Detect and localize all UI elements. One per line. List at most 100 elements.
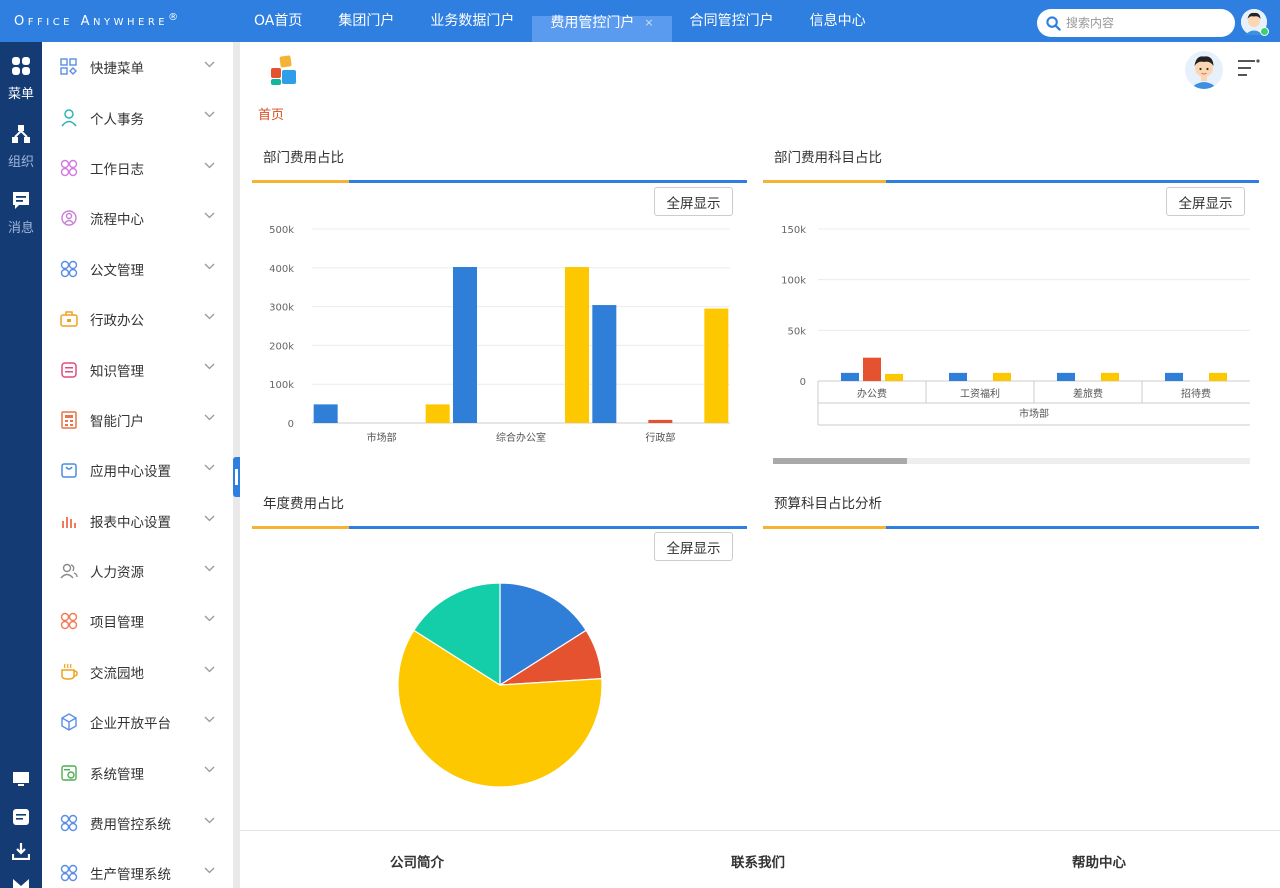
rail-item-org[interactable]: 组织 — [0, 124, 42, 170]
chevron-down-icon — [204, 615, 215, 622]
scrollbar-thumb[interactable] — [773, 458, 907, 464]
fullscreen-button[interactable]: 全屏显示 — [654, 187, 733, 216]
side-menu-item-label: 企业开放平台 — [90, 716, 171, 733]
side-menu-item[interactable]: 个人事务 — [42, 92, 233, 142]
person-icon — [60, 108, 78, 127]
nav-tab[interactable]: 集团门户 — [320, 0, 412, 42]
org-icon — [12, 125, 30, 143]
side-menu-item[interactable]: 报表中心设置 — [42, 496, 233, 546]
chevron-down-icon — [204, 515, 215, 521]
side-menu-item[interactable]: 智能门户 — [42, 395, 233, 445]
x-tick-label: 行政部 — [645, 431, 675, 444]
report-icon — [60, 512, 78, 530]
rail-item-mail[interactable] — [0, 876, 42, 888]
footer: 公司简介 联系我们 帮助中心 — [240, 830, 1280, 888]
side-menu-item[interactable]: 流程中心 — [42, 193, 233, 243]
log-icon — [60, 159, 78, 177]
rail-item-download[interactable] — [0, 842, 42, 864]
project-icon — [60, 612, 78, 630]
nav-tab-label: 费用管控门户 — [550, 15, 635, 31]
panel-budget-subject: 预算科目占比分析 — [763, 488, 1259, 529]
footer-link-about[interactable]: 公司简介 — [390, 851, 444, 871]
portal-icon — [60, 411, 78, 429]
briefcase-icon — [60, 310, 78, 328]
side-menu-item[interactable]: 项目管理 — [42, 596, 233, 646]
side-menu-item[interactable]: 费用管控系统 — [42, 798, 233, 848]
document-icon — [60, 260, 78, 278]
nav-tab[interactable]: 合同管控门户 — [672, 0, 792, 42]
side-menu-item[interactable]: 公文管理 — [42, 244, 233, 294]
bar — [453, 267, 477, 423]
side-menu-item[interactable]: 工作日志 — [42, 143, 233, 193]
x-tick-label: 招待费 — [1181, 387, 1211, 400]
side-menu-item[interactable]: 交流园地 — [42, 647, 233, 697]
side-menu-item[interactable]: 企业开放平台 — [42, 697, 233, 747]
people-icon — [60, 562, 78, 580]
y-tick-label: 0 — [800, 377, 806, 388]
bar — [1165, 372, 1183, 381]
rail-item-monitor[interactable] — [0, 770, 42, 792]
nav-tab[interactable]: 信息中心 — [792, 0, 884, 42]
panel-title: 部门费用科目占比 — [774, 150, 882, 166]
side-menu-item[interactable]: 人力资源 — [42, 546, 233, 596]
brand-logo-mark: ® — [168, 12, 179, 23]
rail-item-note[interactable] — [0, 808, 42, 830]
nav-tab[interactable]: OA首页 — [236, 0, 320, 42]
panel-annual-expense: 年度费用占比 — [252, 488, 747, 529]
mail-icon — [13, 879, 29, 888]
side-menu-item[interactable]: 快捷菜单 — [42, 42, 233, 92]
grid-icon — [12, 57, 30, 75]
note-icon — [13, 809, 29, 825]
panel-dept-expense: 部门费用占比 — [252, 142, 747, 183]
left-rail: 菜单 组织 消息 — [0, 42, 42, 888]
chevron-down-icon — [204, 111, 215, 118]
footer-link-help[interactable]: 帮助中心 — [1072, 851, 1126, 871]
y-tick-label: 150k — [781, 225, 806, 236]
chevron-down-icon — [204, 817, 215, 824]
rail-item-label: 消息 — [7, 221, 34, 236]
rail-item-menu[interactable]: 菜单 — [0, 56, 42, 102]
chevron-down-icon — [204, 464, 215, 471]
shortcut-icon — [60, 58, 78, 76]
nav-tab[interactable]: 费用管控门户 × — [532, 15, 672, 42]
user-avatar[interactable] — [1241, 9, 1269, 36]
y-tick-label: 400k — [269, 264, 294, 275]
app-logo-icon — [271, 55, 296, 85]
side-menu-item[interactable]: 应用中心设置 — [42, 445, 233, 495]
y-tick-label: 500k — [269, 225, 294, 236]
expense-icon — [60, 814, 78, 832]
bar — [885, 373, 903, 381]
side-menu-item-label: 人力资源 — [90, 565, 144, 582]
menu-lines-icon[interactable] — [1238, 58, 1260, 82]
search-input[interactable] — [1066, 16, 1216, 30]
top-nav-tabs: OA首页 集团门户 业务数据门户 费用管控门户 × 合同管控门户 信息中心 — [236, 0, 884, 42]
collapse-handle[interactable] — [233, 457, 240, 497]
main-user-avatar[interactable] — [1185, 51, 1223, 89]
main-content: 首页 部门费用占比 全屏显示 0 100k 200k 300k 400k 500k 市场部综… — [240, 42, 1280, 888]
side-menu-item-label: 工作日志 — [90, 161, 144, 178]
brand-logo[interactable]: OFFICE ANYWHERE® — [14, 12, 178, 29]
footer-link-contact[interactable]: 联系我们 — [731, 851, 785, 871]
side-menu-item-label: 系统管理 — [90, 766, 144, 783]
chevron-down-icon — [204, 162, 215, 169]
side-menu-item[interactable]: 知识管理 — [42, 344, 233, 394]
side-menu-item[interactable]: 行政办公 — [42, 294, 233, 344]
side-menu-item[interactable]: 生产管理系统 — [42, 848, 233, 888]
search-icon — [1046, 15, 1061, 31]
rail-item-message[interactable]: 消息 — [0, 190, 42, 236]
close-tab-icon[interactable]: × — [644, 8, 653, 38]
side-menu-item[interactable]: 系统管理 — [42, 747, 233, 797]
x-tick-label: 差旅费 — [1073, 387, 1103, 400]
bar — [1057, 372, 1075, 381]
side-menu-item-label: 报表中心设置 — [90, 514, 171, 531]
cube-icon — [60, 713, 78, 732]
search-box[interactable] — [1037, 9, 1235, 37]
y-tick-label: 300k — [269, 303, 294, 314]
chart-horizontal-scrollbar[interactable] — [773, 458, 1250, 464]
fullscreen-button[interactable]: 全屏显示 — [1166, 187, 1245, 216]
settings-icon — [60, 764, 78, 782]
breadcrumb-home[interactable]: 首页 — [258, 104, 284, 123]
fullscreen-button[interactable]: 全屏显示 — [654, 532, 733, 561]
nav-tab[interactable]: 业务数据门户 — [412, 0, 532, 42]
coffee-icon — [60, 663, 78, 681]
